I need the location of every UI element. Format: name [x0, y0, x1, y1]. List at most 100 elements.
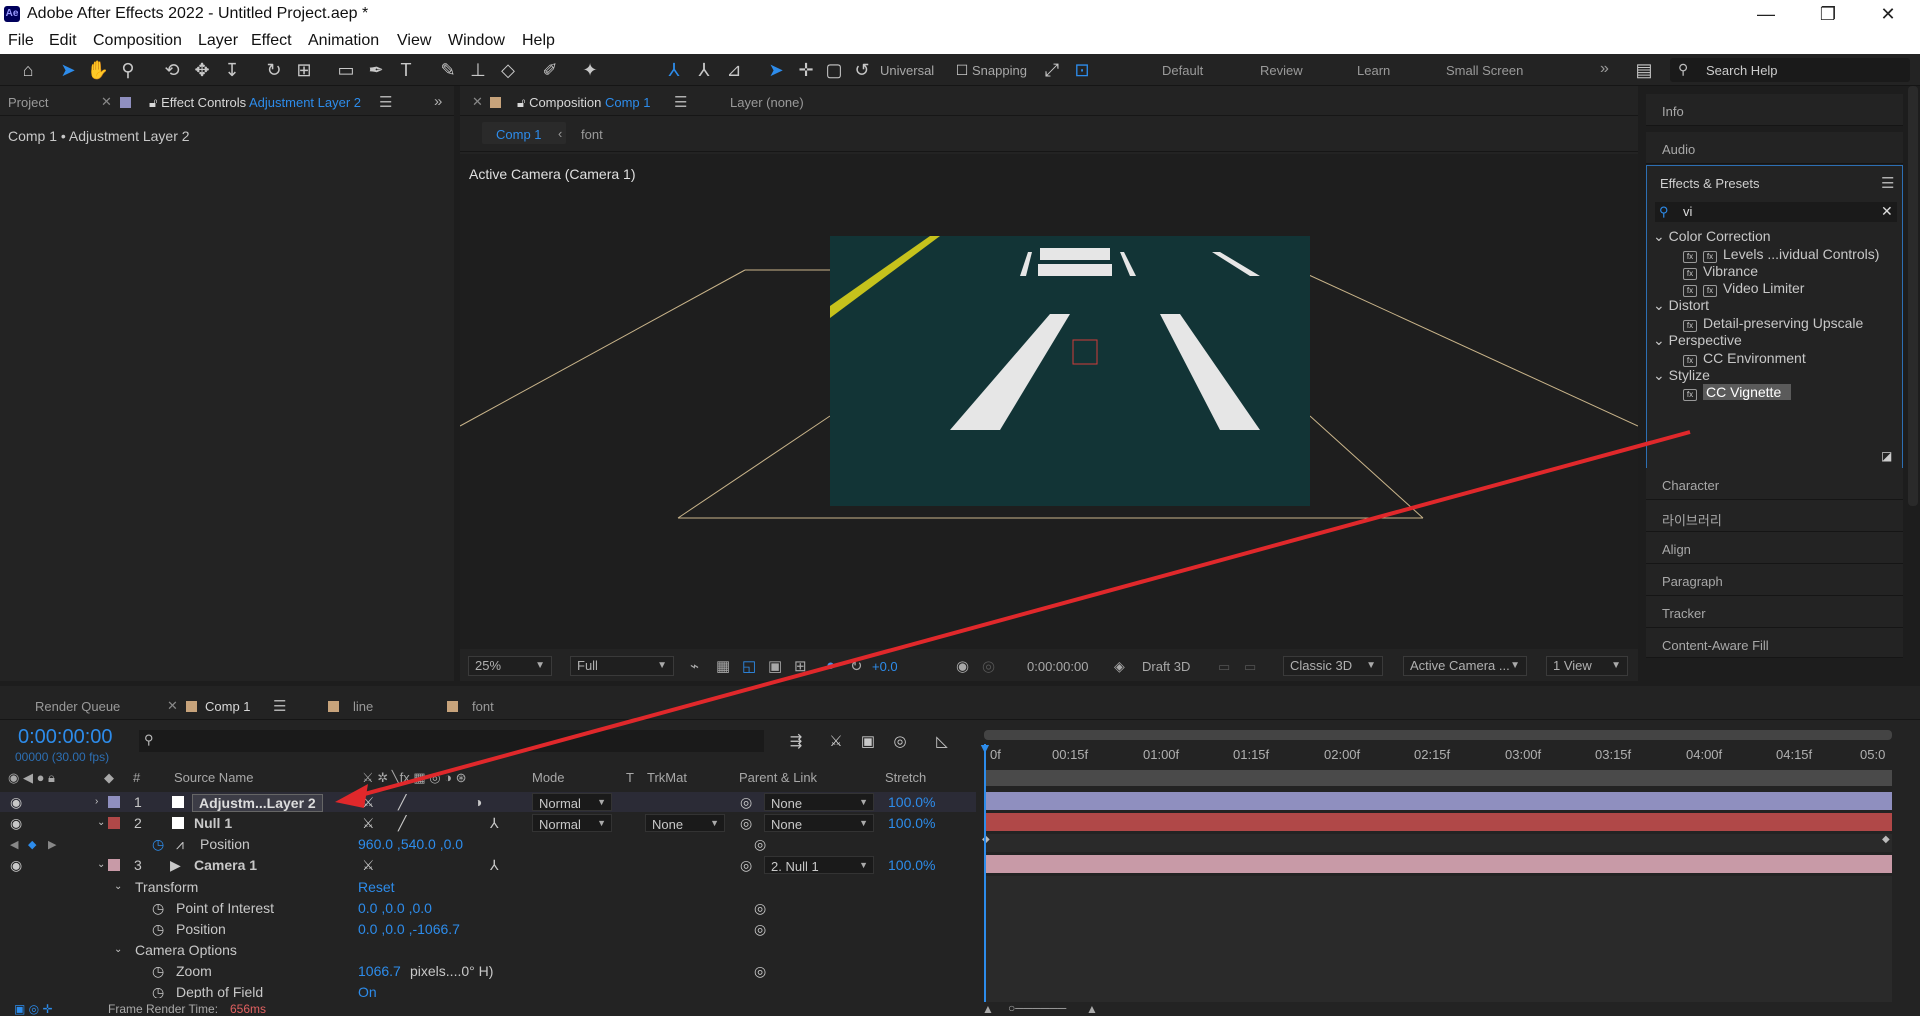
trkmat-dropdown[interactable]: None ▼: [645, 814, 725, 832]
panel-menu-icon[interactable]: ☰: [379, 93, 392, 111]
current-time-display[interactable]: 0:00:00:00: [1027, 659, 1088, 674]
tracker-panel[interactable]: Tracker: [1646, 596, 1903, 628]
layer-2-duration-bar[interactable]: [984, 813, 1892, 831]
view-axis-icon[interactable]: ⊿: [722, 58, 746, 82]
camera-view-dropdown[interactable]: Active Camera ... ▼: [1403, 656, 1527, 676]
effects-search-input[interactable]: ⚲ vi ✕: [1655, 202, 1897, 222]
mask-path-icon[interactable]: ◱: [742, 657, 756, 675]
selection-tool-icon[interactable]: ➤: [56, 58, 80, 82]
minimize-button[interactable]: —: [1746, 2, 1786, 26]
property-row[interactable]: ◷ Position 0.0 ,0.0 ,-1066.7 ◎: [0, 919, 976, 939]
workspace-small-screen[interactable]: Small Screen: [1446, 63, 1523, 78]
column-stretch[interactable]: Stretch: [885, 770, 926, 785]
draft3d-toggle[interactable]: Draft 3D: [1142, 659, 1190, 674]
resolution-dropdown[interactable]: Full ▼: [570, 656, 674, 676]
property-row[interactable]: ◷ Zoom 1066.7 pixels....0° H) ◎: [0, 961, 976, 981]
parent-dropdown[interactable]: 2. Null 1 ▼: [764, 856, 874, 874]
menu-animation[interactable]: Animation: [308, 32, 379, 50]
info-panel[interactable]: Info: [1646, 94, 1903, 126]
column-trkmat[interactable]: TrkMat: [647, 770, 687, 785]
exposure-value[interactable]: +0.0: [872, 659, 898, 674]
composition-viewer[interactable]: Active Camera (Camera 1): [460, 154, 1638, 649]
stretch-value[interactable]: 100.0%: [888, 794, 935, 810]
menu-layer[interactable]: Layer: [198, 32, 238, 50]
comp-mini-flowchart-icon[interactable]: ⇶: [784, 730, 808, 754]
parent-dropdown[interactable]: None ▼: [764, 814, 874, 832]
fast-preview-icon[interactable]: ⌁: [690, 657, 699, 675]
menu-edit[interactable]: Edit: [49, 32, 77, 50]
menu-view[interactable]: View: [397, 32, 431, 50]
character-panel[interactable]: Character: [1646, 468, 1903, 500]
navigator-font[interactable]: font: [581, 127, 603, 142]
orbit-tool-icon[interactable]: ⟲: [160, 58, 184, 82]
effects-category[interactable]: ⌄ Distort: [1653, 297, 1709, 314]
tab-effect-controls[interactable]: 🔓︎ Effect Controls Adjustment Layer 2: [120, 95, 361, 111]
transparency-grid-icon[interactable]: ▦: [716, 657, 730, 675]
property-value[interactable]: 0.0 ,0.0 ,0.0: [358, 900, 432, 916]
content-aware-fill-panel[interactable]: Content-Aware Fill: [1646, 628, 1903, 658]
zoom-slider[interactable]: ○──────: [1008, 1001, 1066, 1015]
paragraph-panel[interactable]: Paragraph: [1646, 564, 1903, 596]
panel-menu-icon[interactable]: ☰: [1881, 174, 1894, 192]
grid-guides-icon[interactable]: ⊞: [794, 657, 807, 675]
pan-tool-icon[interactable]: ✥: [190, 58, 214, 82]
snapshot-icon[interactable]: ◉: [956, 657, 969, 675]
workspace-review[interactable]: Review: [1260, 63, 1303, 78]
pen-tool-icon[interactable]: ✒: [364, 58, 388, 82]
keyframe-icon[interactable]: ◆: [1882, 834, 1890, 845]
menu-effect[interactable]: Effect: [251, 32, 292, 50]
effect-item[interactable]: fx fx Levels ...ividual Controls): [1683, 246, 1879, 263]
effect-item[interactable]: fx Vibrance: [1683, 263, 1758, 280]
zoom-in-icon[interactable]: ▲: [1086, 1002, 1098, 1016]
property-row[interactable]: ◀ ◆ ▶ ◷ ⩘ Position 960.0 ,540.0 ,0.0 ◎: [0, 834, 976, 854]
menu-composition[interactable]: Composition: [93, 32, 182, 50]
property-value[interactable]: On: [358, 984, 377, 998]
mode-dropdown[interactable]: Normal ▼: [532, 793, 612, 811]
zoom-tool-icon[interactable]: ⚲: [116, 58, 140, 82]
home-icon[interactable]: ⌂: [16, 58, 40, 82]
shy-layers-icon[interactable]: ▣: [856, 730, 880, 754]
renderer-dropdown[interactable]: Classic 3D ▼: [1283, 656, 1383, 676]
clone-stamp-tool-icon[interactable]: ⊥: [466, 58, 490, 82]
effect-item[interactable]: fx Detail-preserving Upscale: [1683, 315, 1863, 332]
snap-icon[interactable]: ⤢: [1040, 58, 1064, 82]
menu-help[interactable]: Help: [522, 32, 555, 50]
ground-plane-icon[interactable]: ▭: [1244, 659, 1256, 675]
local-axis-icon[interactable]: ⅄: [662, 58, 686, 82]
graph-editor-icon[interactable]: ◺: [930, 730, 954, 754]
workspace-default[interactable]: Default: [1162, 63, 1203, 78]
restore-button[interactable]: ❐: [1808, 2, 1848, 26]
dolly-tool-icon[interactable]: ↧: [220, 58, 244, 82]
zoom-dropdown[interactable]: 25% ▼: [468, 656, 552, 676]
column-mode[interactable]: Mode: [532, 770, 565, 785]
timeline-search-input[interactable]: ⚲: [139, 730, 764, 752]
stretch-value[interactable]: 100.0%: [888, 857, 935, 873]
world-axis-icon[interactable]: ⅄: [692, 58, 716, 82]
brush-tool-icon[interactable]: ✎: [436, 58, 460, 82]
new-folder-icon[interactable]: ◪: [1881, 449, 1892, 463]
box-icon[interactable]: ▢: [822, 58, 846, 82]
audio-panel[interactable]: Audio: [1646, 132, 1903, 164]
property-value[interactable]: 960.0 ,540.0 ,0.0: [358, 836, 463, 852]
layer-row-2[interactable]: ◉ ⌄ 2 Null 1 ⚔ ╱ ⅄ Normal ▼ None ▼ ◎ None ▼…: [0, 813, 976, 833]
playhead-handle-icon[interactable]: ▼: [978, 740, 992, 756]
reset-link[interactable]: Reset: [358, 879, 395, 895]
layer-3-duration-bar[interactable]: [984, 855, 1892, 873]
panel-menu-icon[interactable]: ☰: [273, 697, 286, 715]
pan-behind-tool-icon[interactable]: ⊞: [292, 58, 316, 82]
effect-item-cc-vignette[interactable]: fx CC Vignette: [1683, 384, 1792, 401]
rotate-universal-icon[interactable]: ↺: [850, 58, 874, 82]
roto-brush-tool-icon[interactable]: ✐: [538, 58, 562, 82]
region-of-interest-icon[interactable]: ▣: [768, 657, 782, 675]
effect-item[interactable]: fx CC Environment: [1683, 350, 1806, 367]
library-panel[interactable]: 라이브러리: [1646, 500, 1903, 532]
snap-target-icon[interactable]: ⊡: [1070, 58, 1094, 82]
camera-select-icon[interactable]: ➤: [764, 58, 788, 82]
property-row[interactable]: ◷ Point of Interest 0.0 ,0.0 ,0.0 ◎: [0, 898, 976, 918]
rectangle-tool-icon[interactable]: ▭: [334, 58, 358, 82]
property-value[interactable]: 1066.7: [358, 963, 401, 979]
playhead[interactable]: [984, 744, 986, 1009]
current-timecode[interactable]: 0:00:00:00: [18, 726, 113, 749]
rotate-tool-icon[interactable]: ↻: [262, 58, 286, 82]
hand-tool-icon[interactable]: ✋: [86, 58, 110, 82]
